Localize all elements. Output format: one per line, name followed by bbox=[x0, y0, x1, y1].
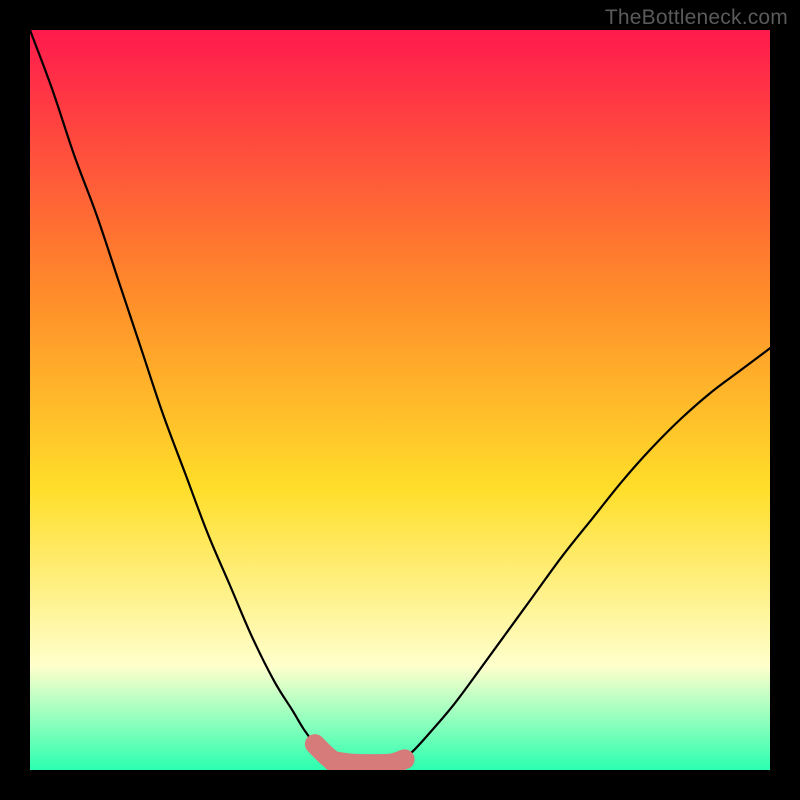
plot-background bbox=[30, 30, 770, 770]
bottleneck-plot bbox=[30, 30, 770, 770]
watermark-text: TheBottleneck.com bbox=[605, 6, 788, 30]
chart-frame: TheBottleneck.com bbox=[0, 0, 800, 800]
